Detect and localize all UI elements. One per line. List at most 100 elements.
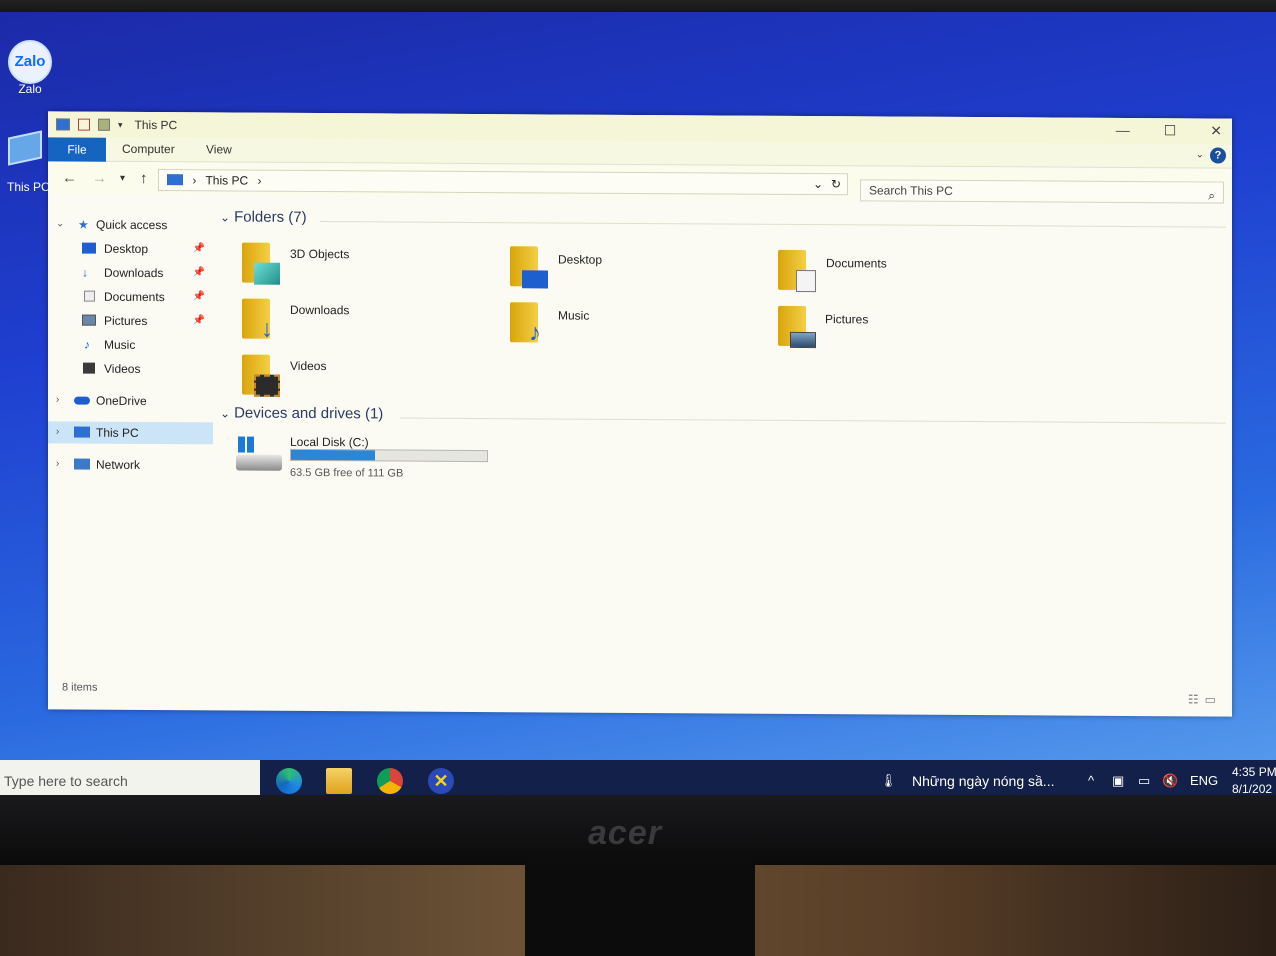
documents-icon <box>796 269 816 293</box>
windows-logo-icon <box>238 436 254 453</box>
music-note-icon: ♪ <box>84 337 90 352</box>
search-input[interactable]: Search This PC ⌕ <box>860 179 1224 205</box>
breadcrumb-this-pc[interactable]: This PC <box>205 173 248 187</box>
desktop-icon <box>522 270 548 289</box>
nav-item-network[interactable]: › Network <box>48 453 213 476</box>
details-view-icon[interactable]: ☷ <box>1188 692 1205 706</box>
tab-view[interactable]: View <box>206 142 232 156</box>
network-icon <box>74 458 90 470</box>
nav-quick-access[interactable]: ⌄ ★ Quick access <box>48 213 213 236</box>
maximize-button[interactable]: ☐ <box>1164 122 1177 139</box>
large-icons-view-icon[interactable]: ▭ <box>1205 692 1222 706</box>
download-arrow-icon: ↓ <box>261 315 273 343</box>
pictures-icon <box>82 314 96 326</box>
address-dropdown-icon[interactable]: ⌄ <box>813 174 823 194</box>
computer-icon <box>56 118 70 131</box>
documents-icon <box>84 290 95 302</box>
file-explorer-icon[interactable] <box>326 768 352 794</box>
pin-icon[interactable]: 📌 <box>193 286 205 308</box>
file-explorer-window: ▾ This PC — ☐ ✕ File Computer View ⌄ ? ←… <box>48 111 1232 717</box>
nav-item-onedrive[interactable]: › OneDrive <box>48 389 213 412</box>
expand-ribbon-icon[interactable]: ⌄ <box>1196 149 1204 160</box>
folders-group-header[interactable]: ⌄ Folders (7) <box>220 208 307 226</box>
desktop-screen: Zalo Zalo This PC ▾ This PC — ☐ ✕ File C… <box>0 12 1276 802</box>
cloud-icon <box>74 396 90 405</box>
folder-downloads[interactable]: ↓ <box>242 298 282 343</box>
quick-access-toolbar-dropdown-icon[interactable]: ▾ <box>118 119 123 130</box>
clock-time: 4:35 PM <box>1232 765 1276 779</box>
chevron-right-icon[interactable]: › <box>56 421 59 443</box>
search-placeholder: Search This PC <box>869 183 953 198</box>
recent-locations-dropdown-icon[interactable]: ▾ <box>120 173 125 184</box>
folder-label: Music <box>558 308 590 323</box>
tab-computer[interactable]: Computer <box>122 142 175 156</box>
folder-music[interactable]: ♪ <box>510 302 550 347</box>
folder-documents[interactable] <box>778 249 818 293</box>
clock[interactable]: 4:35 PM 8/1/202 <box>1232 764 1276 798</box>
group-divider <box>320 221 1226 228</box>
drives-group-header[interactable]: ⌄ Devices and drives (1) <box>220 404 383 423</box>
video-icon <box>83 362 95 374</box>
folder-videos[interactable] <box>242 354 282 397</box>
nav-item-pictures[interactable]: Pictures 📌 <box>48 309 213 332</box>
chevron-right-icon[interactable]: › <box>56 453 59 475</box>
chevron-down-icon[interactable]: ⌄ <box>220 406 230 420</box>
music-note-icon: ♪ <box>529 319 541 347</box>
search-icon[interactable]: ⌕ <box>1208 185 1215 205</box>
computer-icon[interactable] <box>8 130 42 166</box>
back-arrow-icon[interactable]: ← <box>62 169 77 186</box>
view-toggle: ☷▭ <box>1188 692 1222 706</box>
computer-icon <box>74 426 90 438</box>
chrome-icon[interactable] <box>377 768 403 794</box>
group-divider <box>400 417 1226 424</box>
refresh-icon[interactable]: ↻ <box>831 174 841 194</box>
hard-drive-icon <box>236 454 282 471</box>
folder-label: Videos <box>290 358 327 374</box>
folder-label: Pictures <box>825 312 869 327</box>
zalo-app-icon[interactable]: Zalo <box>8 40 52 84</box>
nav-item-downloads[interactable]: ↓ Downloads 📌 <box>48 261 213 284</box>
nav-item-desktop[interactable]: Desktop 📌 <box>48 237 213 260</box>
folder-label: 3D Objects <box>290 246 350 262</box>
folder-label: Downloads <box>290 302 350 318</box>
folder-desktop[interactable] <box>510 246 550 289</box>
chevron-down-icon[interactable]: ⌄ <box>56 213 64 235</box>
navigation-bar: ← → ▾ ↑ › This PC › ⌄ ↻ Search This PC ⌕ <box>48 163 1232 205</box>
edge-icon[interactable] <box>276 768 302 794</box>
nav-item-this-pc[interactable]: › This PC <box>48 421 213 445</box>
nav-item-videos[interactable]: Videos <box>48 357 213 380</box>
chevron-down-icon[interactable]: ⌄ <box>220 210 230 224</box>
new-folder-icon[interactable] <box>98 118 110 131</box>
address-bar[interactable]: › This PC › ⌄ ↻ <box>158 169 848 196</box>
pictures-icon <box>790 331 816 349</box>
desktop-icon-zalo-label[interactable]: Zalo <box>4 82 56 96</box>
pin-icon[interactable]: 📌 <box>193 310 205 332</box>
monitor-brand-logo: acer <box>588 814 662 852</box>
chevron-right-icon[interactable]: › <box>56 389 59 411</box>
download-arrow-icon: ↓ <box>82 265 88 280</box>
drive-local-disk-c[interactable] <box>236 436 286 479</box>
folder-pictures[interactable] <box>778 305 818 349</box>
help-icon[interactable]: ? <box>1210 147 1226 164</box>
video-icon <box>254 374 280 397</box>
properties-icon[interactable] <box>78 118 90 131</box>
desktop-icon-thispc-label[interactable]: This PC <box>0 180 52 194</box>
tab-file[interactable]: File <box>48 137 106 162</box>
close-button[interactable]: ✕ <box>1210 122 1222 139</box>
breadcrumb-separator: › <box>257 173 262 188</box>
computer-icon <box>167 174 183 186</box>
folder-3d-objects[interactable] <box>242 242 282 285</box>
forward-arrow-icon[interactable]: → <box>92 170 107 187</box>
up-arrow-icon[interactable]: ↑ <box>140 170 148 187</box>
monitor-stand <box>525 860 755 956</box>
star-icon: ★ <box>78 217 89 232</box>
nav-item-documents[interactable]: Documents 📌 <box>48 285 213 308</box>
pin-icon[interactable]: 📌 <box>193 238 205 260</box>
minimize-button[interactable]: — <box>1116 122 1130 139</box>
nav-item-music[interactable]: ♪ Music <box>48 333 213 356</box>
drive-usage-bar <box>290 448 488 463</box>
desktop-icon <box>82 242 96 254</box>
pin-icon[interactable]: 📌 <box>193 262 205 284</box>
window-title: This PC <box>134 117 178 133</box>
app-icon[interactable]: ✕ <box>428 768 454 794</box>
